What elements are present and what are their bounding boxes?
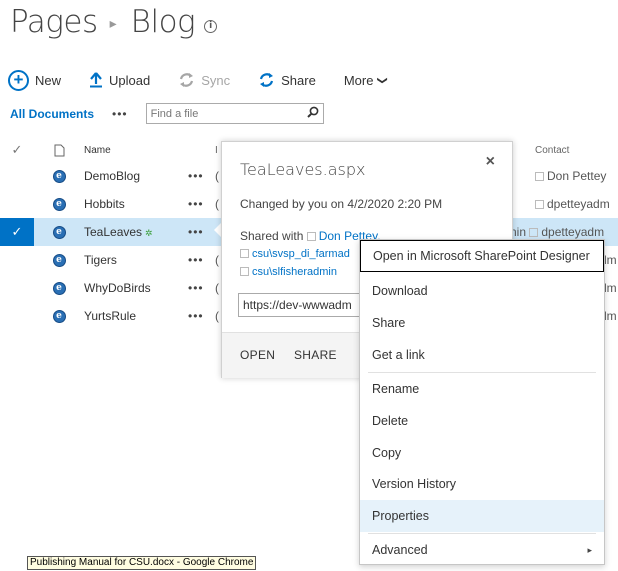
web-page-icon: e <box>34 197 84 211</box>
chevron-right-icon: ▸ <box>587 544 592 555</box>
menu-item-properties[interactable]: Properties <box>360 500 604 532</box>
breadcrumb-current: Blog <box>130 4 196 40</box>
share-button[interactable]: Share <box>258 72 316 88</box>
shared-group-link-2[interactable]: csu\slfisheradmin <box>252 266 337 278</box>
page-title: Pages ▸ Blog i <box>10 4 218 40</box>
row-name[interactable]: DemoBlog <box>84 169 188 183</box>
web-page-icon: e <box>34 225 84 239</box>
row-truncated-cell: ( <box>215 309 219 323</box>
menu-item-download[interactable]: Download <box>360 275 604 307</box>
search-input[interactable]: Find a file <box>151 108 199 120</box>
callout-changed-text: Changed by you on 4/2/2020 2:20 PM <box>240 197 443 211</box>
row-name[interactable]: Tigers <box>84 253 188 267</box>
menu-item-advanced[interactable]: Advanced ▸ <box>360 534 604 566</box>
web-page-icon: e <box>34 169 84 183</box>
menu-item-advanced-label: Advanced <box>372 543 428 557</box>
row-menu-dots[interactable]: ••• <box>188 253 218 267</box>
select-all-checkmark-icon[interactable]: ✓ <box>0 142 34 158</box>
menu-item-copy[interactable]: Copy <box>360 437 604 469</box>
shared-group-link-1[interactable]: csu\svsp_di_farmad <box>252 248 350 260</box>
open-button[interactable]: OPEN <box>240 348 275 362</box>
row-contact: dpetteyadm <box>535 197 610 211</box>
callout-title: TeaLeaves.aspx <box>240 160 366 179</box>
sync-label: Sync <box>201 72 231 88</box>
upload-label: Upload <box>109 72 151 88</box>
document-type-icon[interactable] <box>34 144 84 157</box>
row-contact: nin dpetteyadm <box>510 225 604 239</box>
row-truncated-cell: ( <box>215 169 219 183</box>
sync-icon <box>178 72 195 88</box>
url-field[interactable]: https://dev-wwwadm <box>238 293 360 317</box>
row-checkmark-icon[interactable]: ✓ <box>0 218 34 246</box>
row-contact: Don Pettey <box>535 169 606 183</box>
upload-arrow-icon <box>89 72 103 88</box>
web-page-icon: e <box>34 281 84 295</box>
breadcrumb-parent[interactable]: Pages <box>10 4 98 40</box>
share-label: Share <box>281 72 316 88</box>
view-selector-row: All Documents ••• Find a file <box>10 103 324 124</box>
breadcrumb-separator-icon: ▸ <box>109 16 117 32</box>
row-name[interactable]: Hobbits <box>84 197 188 211</box>
more-button[interactable]: More ❯ <box>343 72 389 88</box>
new-label: New <box>35 72 62 88</box>
column-header-name[interactable]: Name <box>84 145 188 156</box>
menu-item-version-history[interactable]: Version History <box>360 468 604 500</box>
column-header-contact[interactable]: Contact <box>535 145 569 156</box>
chevron-down-icon: ❯ <box>377 75 389 85</box>
share-icon <box>258 72 275 88</box>
menu-item-delete[interactable]: Delete <box>360 405 604 437</box>
row-menu-dots[interactable]: ••• <box>188 281 218 295</box>
window-tooltip: Publishing Manual for CSU.docx - Google … <box>27 556 257 570</box>
new-button[interactable]: + New <box>8 69 62 91</box>
row-name-text: TeaLeaves <box>84 225 143 239</box>
row-contact-text: dpetteyadm <box>541 225 605 239</box>
row-truncated-cell: ( <box>215 253 219 267</box>
context-menu: Open in Microsoft SharePoint Designer Do… <box>359 239 605 565</box>
row-truncated-cell: ( <box>215 197 219 211</box>
command-toolbar: + New Upload Sync Share More ❯ <box>8 68 415 92</box>
shared-with-label: Shared with <box>240 229 304 243</box>
row-contact-text: dpetteyadm <box>547 197 610 211</box>
row-menu-dots[interactable]: ••• <box>188 169 218 183</box>
search-box[interactable]: Find a file <box>145 103 324 124</box>
row-name[interactable]: YurtsRule <box>84 309 188 323</box>
row-contact-text: Don Pettey <box>547 169 607 183</box>
menu-item-open-in-designer[interactable]: Open in Microsoft SharePoint Designer <box>360 240 604 272</box>
row-menu-dots[interactable]: ••• <box>188 309 218 323</box>
web-page-icon: e <box>34 253 84 267</box>
column-header-truncated: I <box>215 144 218 156</box>
row-menu-dots[interactable]: ••• <box>188 197 218 211</box>
view-all-documents[interactable]: All Documents <box>10 107 94 121</box>
row-name[interactable]: TeaLeaves ✲ <box>84 225 188 239</box>
close-icon[interactable]: × <box>486 153 495 171</box>
info-icon[interactable]: i <box>204 19 218 33</box>
menu-item-rename[interactable]: Rename <box>360 373 604 405</box>
share-callout-button[interactable]: SHARE <box>294 348 337 362</box>
menu-item-share[interactable]: Share <box>360 307 604 339</box>
row-name[interactable]: WhyDoBirds <box>84 281 188 295</box>
web-page-icon: e <box>34 309 84 323</box>
more-label: More <box>343 72 374 88</box>
menu-item-get-a-link[interactable]: Get a link <box>360 339 604 371</box>
view-more-dots[interactable]: ••• <box>112 107 128 121</box>
upload-button[interactable]: Upload <box>89 72 150 88</box>
new-item-icon: ✲ <box>145 228 153 238</box>
sync-button[interactable]: Sync <box>178 72 230 88</box>
row-truncated-cell: ( <box>215 281 219 295</box>
plus-circle-icon: + <box>8 69 29 91</box>
search-icon[interactable] <box>306 106 319 121</box>
